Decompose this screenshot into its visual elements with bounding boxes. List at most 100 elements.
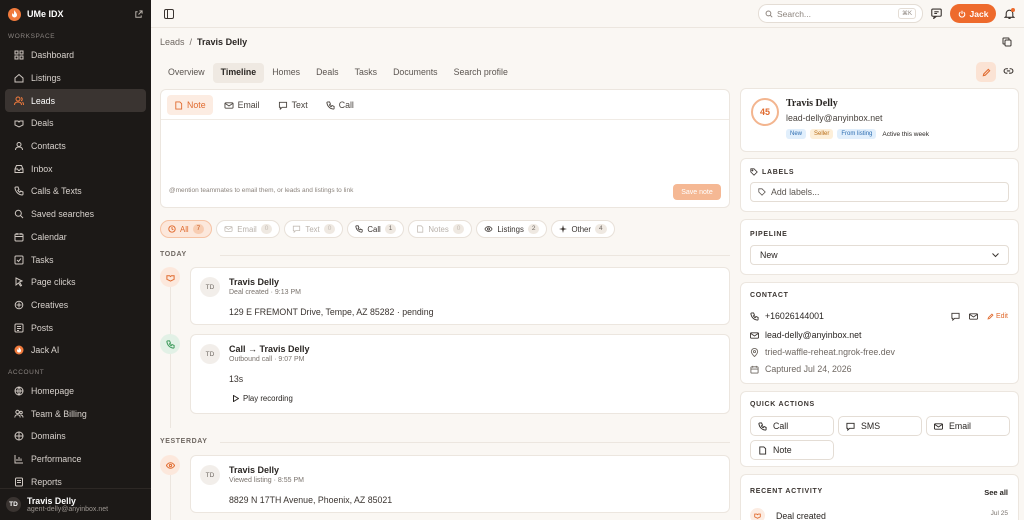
quick-sms-button[interactable]: SMS — [838, 416, 922, 436]
sidebar-item-page-clicks[interactable]: Page clicks — [5, 271, 146, 294]
sms-icon[interactable] — [951, 312, 960, 321]
filter-notes[interactable]: Notes 0 — [408, 220, 473, 238]
user-avatar: TD — [6, 497, 21, 512]
filter-all[interactable]: All 7 — [160, 220, 213, 238]
sidebar-item-posts[interactable]: Posts — [5, 316, 146, 339]
filter-label: Text — [305, 224, 320, 234]
sidebar-item-saved-searches[interactable]: Saved searches — [5, 203, 146, 226]
tab-homes[interactable]: Homes — [264, 63, 308, 83]
mail-icon[interactable] — [968, 312, 978, 321]
edit-contact-button[interactable]: Edit — [987, 313, 1008, 320]
timeline-event[interactable]: TD Call → Travis Delly Outbound call · 9… — [190, 334, 730, 414]
sidebar-item-creatives[interactable]: Creatives — [5, 294, 146, 317]
tab-documents[interactable]: Documents — [385, 63, 446, 83]
bell-icon[interactable] — [1004, 8, 1015, 19]
copy-icon[interactable] — [1002, 37, 1012, 47]
sidebar-item-tasks[interactable]: Tasks — [5, 248, 146, 271]
calendar-icon — [750, 365, 759, 374]
power-icon — [958, 10, 965, 18]
check-icon — [14, 255, 24, 265]
pipeline-select[interactable]: New — [750, 245, 1009, 265]
sparkle-icon — [559, 225, 568, 233]
add-labels-input[interactable]: Add labels... — [750, 182, 1009, 202]
phone-icon — [355, 225, 363, 233]
message-icon[interactable] — [931, 8, 942, 19]
contact-captured: Captured Jul 24, 2026 — [750, 364, 852, 374]
filter-other[interactable]: Other 4 — [551, 220, 615, 238]
external-link-icon[interactable] — [134, 9, 143, 19]
tab-search-profile[interactable]: Search profile — [446, 63, 516, 83]
event-subtitle: Deal created · 9:13 PM — [229, 289, 301, 296]
sidebar-item-homepage[interactable]: Homepage — [5, 380, 146, 403]
tag-new: New — [786, 129, 807, 139]
event-body: 13s — [229, 374, 244, 384]
tab-tasks[interactable]: Tasks — [347, 63, 386, 83]
composer-tab-email[interactable]: Email — [217, 95, 267, 115]
quick-call-button[interactable]: Call — [750, 416, 834, 436]
sidebar-item-domains[interactable]: Domains — [5, 425, 146, 448]
edit-label: Edit — [995, 313, 1008, 320]
mail-icon — [224, 226, 233, 232]
quick-note-button[interactable]: Note — [750, 440, 834, 460]
tab-deals[interactable]: Deals — [308, 63, 347, 83]
tab-timeline[interactable]: Timeline — [212, 63, 265, 83]
sidebar-toggle-icon[interactable] — [164, 9, 174, 19]
sidebar-item-team-billing[interactable]: Team & Billing — [5, 402, 146, 425]
breadcrumb-separator: / — [189, 37, 193, 47]
tag-icon — [750, 168, 758, 176]
link-icon[interactable] — [1003, 66, 1014, 77]
mail-icon — [224, 101, 234, 109]
contact-email[interactable]: lead-delly@anyinbox.net — [750, 330, 861, 340]
breadcrumb-leads[interactable]: Leads — [160, 37, 185, 47]
sidebar-item-leads[interactable]: Leads — [5, 89, 146, 113]
sidebar-item-label: Listings — [31, 73, 61, 84]
deal-event-icon — [160, 267, 180, 287]
sidebar-item-calls-texts[interactable]: Calls & Texts — [5, 180, 146, 203]
filter-text[interactable]: Text 0 — [284, 220, 344, 238]
search-input[interactable]: Search... ⌘K — [758, 4, 923, 23]
recent-activity-item[interactable]: Deal created — [750, 508, 826, 520]
filter-call[interactable]: Call 1 — [347, 220, 405, 238]
save-note-button[interactable]: Save note — [673, 184, 721, 200]
tag-seller: Seller — [810, 129, 834, 139]
tab-overview[interactable]: Overview — [160, 63, 213, 83]
timeline-event[interactable]: TD Travis Delly Deal created · 9:13 PM 1… — [190, 267, 730, 325]
composer-tab-label: Call — [338, 100, 354, 110]
edit-lead-button[interactable] — [976, 62, 996, 82]
composer-tab-note[interactable]: Note — [167, 95, 213, 115]
sidebar-item-jack-ai[interactable]: Jack AI — [5, 339, 146, 362]
sidebar-item-calendar[interactable]: Calendar — [5, 226, 146, 249]
sidebar-item-deals[interactable]: Deals — [5, 112, 146, 135]
sidebar-item-contacts[interactable]: Contacts — [5, 135, 146, 158]
event-title: Travis Delly — [229, 277, 280, 287]
pencil-icon — [987, 313, 994, 320]
see-all-link[interactable]: See all — [984, 488, 1008, 497]
lead-tags: New Seller From listing Active this week — [786, 129, 929, 139]
composer-tab-label: Email — [237, 100, 260, 110]
filter-listings[interactable]: Listings 2 — [476, 220, 548, 238]
play-recording-button[interactable]: Play recording — [233, 394, 293, 403]
sidebar-user[interactable]: TD Travis Delly agent-delly@anyinbox.net — [0, 488, 151, 520]
sidebar-item-dashboard[interactable]: Dashboard — [5, 44, 146, 67]
filter-label: All — [180, 224, 189, 234]
pipeline-card: PIPELINE New — [740, 219, 1019, 275]
account-section-label: ACCOUNT — [8, 368, 45, 376]
sidebar-item-inbox[interactable]: Inbox — [5, 157, 146, 180]
lead-email: lead-delly@anyinbox.net — [786, 113, 883, 123]
activity-status: Active this week — [882, 130, 929, 138]
event-title: Call → Travis Delly — [229, 344, 310, 354]
timeline-event[interactable]: TD Travis Delly Viewed listing · 8:55 PM… — [190, 455, 730, 513]
phone-icon — [758, 421, 767, 431]
sparkle-icon — [14, 300, 24, 310]
sidebar-item-listings[interactable]: Listings — [5, 67, 146, 90]
composer-tab-text[interactable]: Text — [271, 95, 315, 115]
contact-phone[interactable]: +16026144001 — [750, 311, 824, 321]
composer-tab-call[interactable]: Call — [319, 95, 361, 115]
recent-activity-date: Jul 25 — [990, 510, 1008, 517]
filter-email[interactable]: Email 0 — [216, 220, 281, 238]
grid-icon — [14, 50, 24, 60]
sidebar-item-performance[interactable]: Performance — [5, 448, 146, 471]
filter-label: Call — [367, 224, 381, 234]
quick-email-button[interactable]: Email — [926, 416, 1010, 436]
jack-ai-button[interactable]: Jack — [950, 4, 996, 23]
